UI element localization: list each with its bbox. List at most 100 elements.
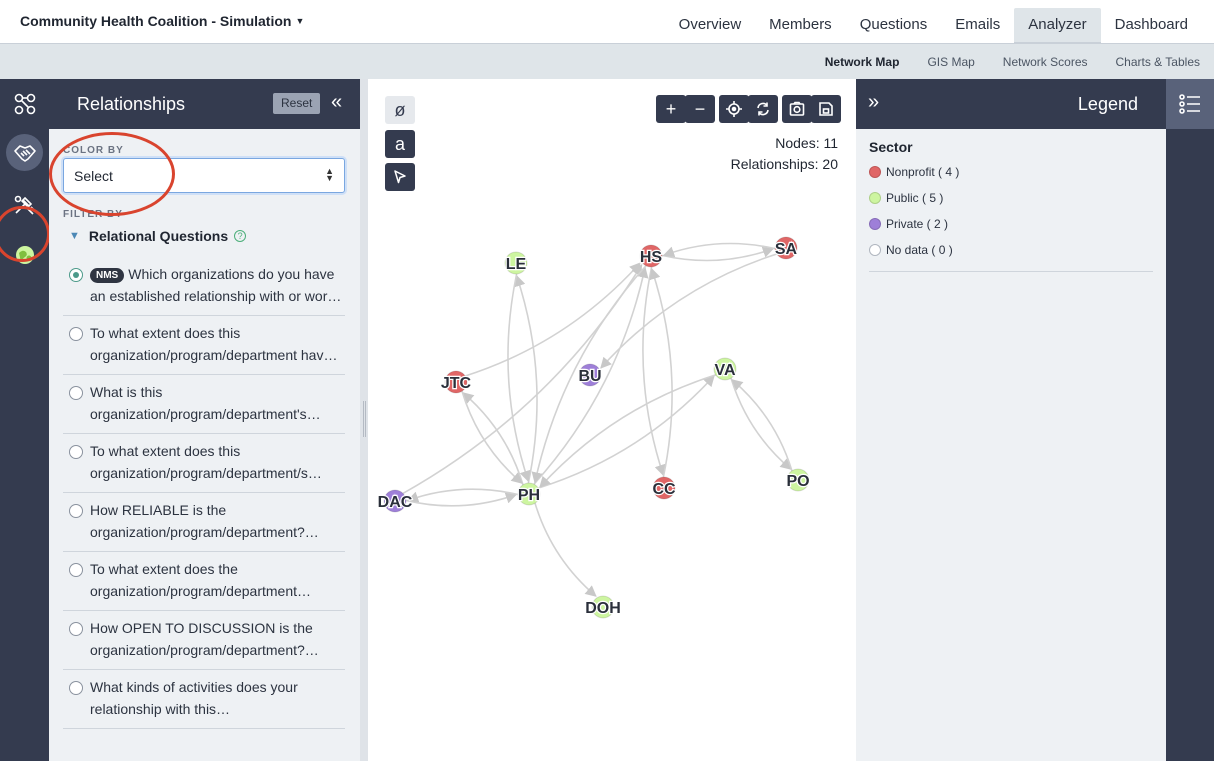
private-swatch	[869, 218, 881, 230]
relationships-body: COLOR BY Select ▲ ▼ FILTER BY ▼ Relationa…	[49, 129, 360, 761]
radio-button[interactable]	[69, 622, 83, 636]
legend-title: Legend	[1077, 94, 1138, 114]
tab-analyzer[interactable]: Analyzer	[1014, 8, 1101, 44]
chevron-down-icon: ▼	[69, 230, 80, 242]
question-line2: organization/program/department/s…	[90, 465, 322, 481]
question-option[interactable]: What kinds of activities does your relati…	[63, 670, 345, 729]
zoom-in-icon[interactable]: +	[656, 95, 686, 123]
question-option[interactable]: What is this organization/program/departm…	[63, 375, 345, 434]
reset-button[interactable]: Reset	[273, 93, 321, 114]
network-canvas[interactable]: LE HS SA BU VA JTC DAC PH CC PO DOH ø a + − Nodes:…	[368, 79, 856, 761]
radio-button[interactable]	[69, 268, 83, 282]
tab-questions[interactable]: Questions	[846, 8, 942, 44]
legend-item-nonprofit: Nonprofit ( 4 )	[869, 159, 1153, 185]
color-by-select[interactable]: Select ▲ ▼	[63, 158, 345, 193]
edge-SA-BU	[600, 253, 778, 369]
handshake-relationships-icon[interactable]	[6, 134, 43, 171]
zoom-out-icon[interactable]: −	[685, 95, 715, 123]
node-PO[interactable]: PO	[785, 468, 811, 492]
network-nodes-icon[interactable]	[6, 85, 43, 122]
tools-icon[interactable]	[6, 186, 43, 223]
relationships-panel: Relationships Reset « COLOR BY Select ▲ ▼…	[49, 79, 360, 761]
question-text: NMS Which organizations do you have	[90, 263, 345, 285]
legend-item-private: Private ( 2 )	[869, 211, 1153, 237]
radio-button[interactable]	[69, 504, 83, 518]
color-by-label: COLOR BY	[63, 145, 124, 156]
node-HS[interactable]: HS	[639, 244, 664, 268]
expand-panel-icon[interactable]: »	[868, 91, 879, 114]
legend-header: » Legend	[856, 79, 1166, 129]
question-option[interactable]: To what extent does this organization/pro…	[63, 316, 345, 375]
relational-questions-toggle[interactable]: ▼ Relational Questions ?	[69, 228, 247, 244]
subtab-gis-map[interactable]: GIS Map	[913, 55, 988, 69]
radio-button[interactable]	[69, 681, 83, 695]
network-graph[interactable]: LE HS SA BU VA JTC DAC PH CC PO DOH	[368, 79, 856, 761]
node-label: HS	[640, 249, 663, 266]
question-line1: To what extent does the	[90, 561, 238, 577]
select-pointer-icon[interactable]	[385, 163, 415, 191]
help-icon[interactable]: ?	[234, 230, 247, 242]
node-DAC[interactable]: DAC	[376, 489, 414, 513]
tab-members[interactable]: Members	[755, 8, 846, 44]
question-line2: an established relationship with or wor…	[90, 288, 342, 304]
radio-button[interactable]	[69, 386, 83, 400]
node-LE[interactable]: LE	[504, 251, 528, 275]
radio-button[interactable]	[69, 327, 83, 341]
question-text: To what extent does the	[90, 558, 345, 580]
tab-emails[interactable]: Emails	[941, 8, 1014, 44]
question-text: How OPEN TO DISCUSSION is the	[90, 617, 345, 639]
subtab-network-scores[interactable]: Network Scores	[989, 55, 1102, 69]
globe-icon[interactable]	[6, 236, 43, 273]
question-option[interactable]: To what extent does this organization/pro…	[63, 434, 345, 493]
node-BU[interactable]: BU	[577, 363, 603, 387]
panel-resize-handle[interactable]	[360, 79, 368, 761]
question-line2: organization/program/department…	[90, 583, 312, 599]
filter-by-label: FILTER BY	[63, 209, 123, 220]
question-option[interactable]: How OPEN TO DISCUSSION is the organizatio…	[63, 611, 345, 670]
question-line1: Which organizations do you have	[128, 266, 335, 282]
node-JTC[interactable]: JTC	[440, 370, 473, 394]
question-line1: What is this	[90, 384, 163, 400]
relationships-title: Relationships	[77, 94, 186, 114]
relational-questions-title: Relational Questions	[88, 228, 229, 244]
project-dropdown[interactable]: Community Health Coalition - Simulation ▼	[20, 13, 304, 29]
screenshot-camera-icon[interactable]	[782, 95, 812, 123]
center-target-icon[interactable]	[719, 95, 749, 123]
tab-dashboard[interactable]: Dashboard	[1101, 8, 1202, 44]
question-option[interactable]: How RELIABLE is the organization/program/…	[63, 493, 345, 552]
sub-navigation-bar: Network Map GIS Map Network Scores Chart…	[0, 44, 1214, 79]
node-SA[interactable]: SA	[774, 236, 799, 260]
question-option[interactable]: To what extent does the organization/prog…	[63, 552, 345, 611]
node-VA[interactable]: VA	[713, 357, 737, 381]
legend-item-label: Private ( 2 )	[886, 217, 949, 231]
collapse-panel-icon[interactable]: «	[331, 91, 342, 114]
graph-stats: Nodes: 11 Relationships: 20	[731, 133, 838, 175]
question-line1: To what extent does this	[90, 443, 241, 459]
color-by-value: Select	[74, 168, 113, 184]
question-line1: To what extent does this	[90, 325, 241, 341]
project-title: Community Health Coalition - Simulation	[20, 13, 292, 29]
radio-button[interactable]	[69, 563, 83, 577]
node-CC[interactable]: CC	[651, 476, 677, 500]
left-icon-rail	[0, 79, 50, 761]
legend-item-public: Public ( 5 )	[869, 185, 1153, 211]
right-icon-rail	[1166, 79, 1214, 761]
node-DOH[interactable]: DOH	[584, 595, 622, 619]
radio-button[interactable]	[69, 445, 83, 459]
clear-selection-icon[interactable]: ø	[385, 96, 415, 124]
refresh-icon[interactable]	[748, 95, 778, 123]
subtab-network-map[interactable]: Network Map	[811, 55, 914, 69]
question-option[interactable]: NMS Which organizations do you have an est…	[63, 257, 345, 316]
text-labels-button[interactable]: a	[385, 130, 415, 158]
node-label: LE	[506, 256, 527, 273]
node-PH[interactable]: PH	[517, 482, 541, 506]
no-data-swatch	[869, 244, 881, 256]
select-arrows-icon: ▲ ▼	[325, 166, 334, 183]
tab-overview[interactable]: Overview	[665, 8, 756, 44]
node-label: CC	[652, 481, 676, 498]
legend-list-icon[interactable]	[1166, 79, 1214, 129]
question-line1: How OPEN TO DISCUSSION is the	[90, 620, 313, 636]
save-layout-icon[interactable]	[811, 95, 841, 123]
question-badge: NMS	[90, 268, 125, 283]
subtab-charts-tables[interactable]: Charts & Tables	[1102, 55, 1214, 69]
